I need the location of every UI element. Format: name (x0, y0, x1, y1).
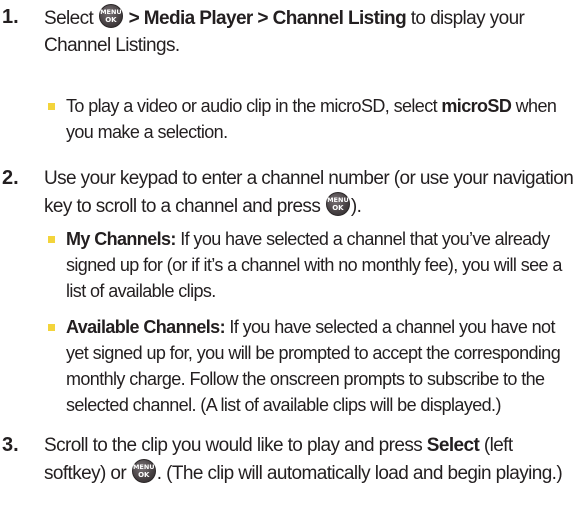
bullet-marker (48, 236, 55, 243)
menu-ok-key-icon: MENU OK (325, 192, 350, 216)
menu-path: > Media Player > Channel Listing (123, 8, 407, 29)
menu-ok-key-icon: MENU OK (131, 459, 156, 483)
bullet-item: My Channels: If you have selected a chan… (48, 226, 576, 304)
menu-ok-key-icon: MENU OK (98, 4, 123, 28)
select-softkey: Select (426, 435, 480, 456)
bullet-marker (48, 324, 55, 331)
step-text: Scroll to the clip you would like to pla… (44, 435, 563, 484)
bullet-item: To play a video or audio clip in the mic… (48, 93, 576, 145)
step-number: 2. (2, 167, 19, 189)
instruction-page: 1. Select MENU OK > Media Player > Channe… (0, 0, 579, 518)
step-text: Select MENU OK > Media Player > Channel L… (44, 4, 574, 59)
step-number: 3. (2, 434, 19, 456)
bullet-marker (48, 103, 55, 110)
bullet-item: Available Channels: If you have selected… (48, 314, 576, 418)
step-number: 1. (2, 6, 19, 28)
step-text: Use your keypad to enter a channel numbe… (44, 168, 574, 217)
